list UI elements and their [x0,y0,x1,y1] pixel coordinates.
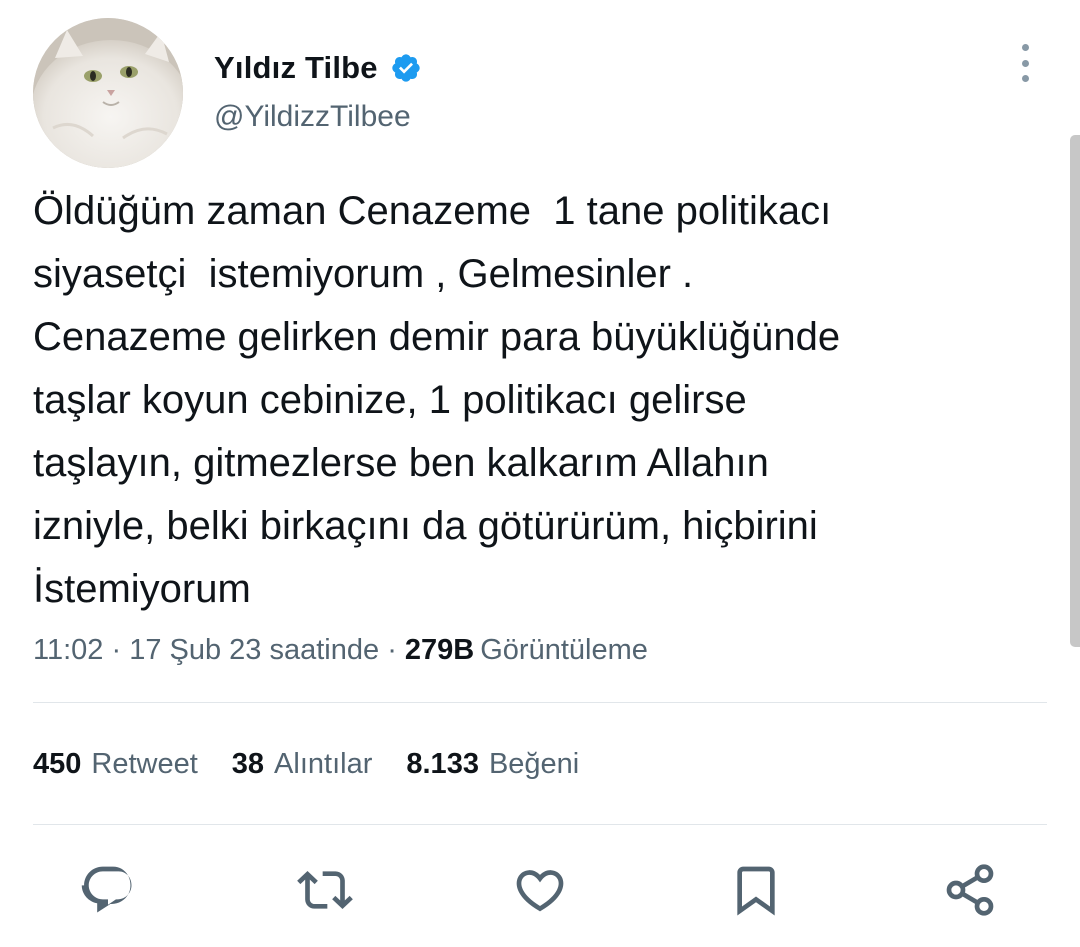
quotes-label: Alıntılar [274,747,373,780]
author-name-row[interactable]: Yıldız Tilbe [214,48,422,88]
like-heart-icon [516,870,564,912]
tweet-actions-bar [0,858,1080,928]
reply-icon [81,866,132,913]
bookmark-button[interactable] [726,858,786,922]
author-display-name[interactable]: Yıldız Tilbe [214,50,378,86]
retweets-stat[interactable]: 450 Retweet [33,748,198,781]
more-dot [1021,44,1029,51]
scrollbar[interactable] [1070,135,1080,647]
more-options-icon[interactable] [1008,40,1042,86]
like-button[interactable] [510,858,570,922]
author-handle[interactable]: @YildizzTilbee [214,100,411,134]
divider [33,824,1047,825]
likes-label: Beğeni [488,747,580,780]
more-dot [1021,59,1029,67]
retweets-label: Retweet [91,747,198,780]
divider [33,702,1047,703]
white-cat-avatar-icon [33,18,183,168]
verified-badge-icon [392,54,420,82]
likes-stat[interactable]: 8.133 Beğeni [406,748,579,781]
retweets-count: 450 [33,747,82,780]
meta-separator: · [379,633,405,666]
views-label: Görüntüleme [480,633,648,666]
more-dot [1021,75,1029,82]
retweet-icon [297,871,353,909]
reply-button[interactable] [78,858,138,922]
meta-separator: · [103,633,130,666]
share-button[interactable] [940,858,1000,922]
tweet-time[interactable]: 11:02 [33,634,103,667]
avatar[interactable] [33,18,183,168]
quotes-count: 38 [231,747,265,780]
quotes-stat[interactable]: 38 Alıntılar [232,748,373,781]
share-icon [946,864,994,916]
tweet-meta: 11:02 · 17 Şub 23 saatinde · 279B Görüntü… [33,630,648,670]
views-count: 279B [404,633,475,666]
retweet-button[interactable] [295,858,355,922]
tweet-text: Öldüğüm zaman Cenazeme 1 tane politikacı… [33,189,841,611]
bookmark-icon [737,866,775,916]
tweet-date[interactable]: 17 Şub 23 saatinde [129,634,379,667]
likes-count: 8.133 [406,747,479,780]
engagement-stats: 450 Retweet 38 Alıntılar 8.133 Beğeni [33,742,613,786]
